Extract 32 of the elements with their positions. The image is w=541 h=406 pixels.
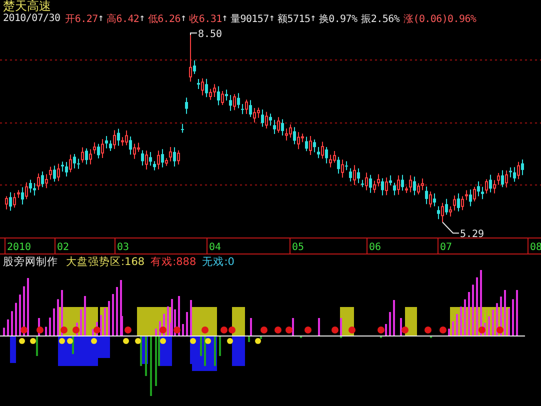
- quote-field: 低6.26: [148, 12, 180, 26]
- quote-field: 开6.27: [65, 12, 98, 26]
- trend-arrow: ↑: [98, 13, 104, 24]
- axis-label: 06: [369, 242, 382, 253]
- quote-field: 高6.42: [106, 12, 140, 26]
- quote-field: 换0.97%: [318, 12, 358, 26]
- indicator-value: 大盘强势区:168: [66, 255, 145, 269]
- axis-label: 2010: [7, 242, 32, 253]
- quote-field: 量90157: [230, 12, 269, 26]
- trend-arrow: ↑: [222, 13, 228, 24]
- axis-label: 02: [57, 242, 70, 253]
- quote-field: 收6.31: [189, 12, 222, 26]
- trend-arrow: ↑: [139, 13, 145, 24]
- indicator-title: 股旁网制作: [3, 255, 58, 269]
- axis-label: 03: [117, 242, 130, 253]
- high-price-label: 8.50: [198, 29, 222, 40]
- low-price-label: 5.29: [460, 229, 484, 240]
- axis-label: 04: [209, 242, 222, 253]
- trend-arrow: ↑: [268, 13, 275, 24]
- indicator-value: 有戏:888: [150, 255, 196, 269]
- axis-label: 05: [292, 242, 304, 253]
- leader-line: [442, 222, 460, 234]
- quote-date: 2010/07/30: [3, 13, 60, 24]
- stock-name: 楚天高速: [2, 0, 52, 12]
- quote-field: 额5715: [278, 12, 310, 26]
- quote-field: 振2.56%: [361, 12, 400, 26]
- indicator-value: 无戏:0: [202, 255, 234, 269]
- trend-arrow: ↑: [310, 13, 316, 24]
- quote-field: 涨(0.06)0.96%: [404, 12, 476, 26]
- trend-arrow: ↑: [180, 13, 186, 24]
- leader-line: [190, 32, 198, 36]
- axis-label: 07: [440, 242, 452, 253]
